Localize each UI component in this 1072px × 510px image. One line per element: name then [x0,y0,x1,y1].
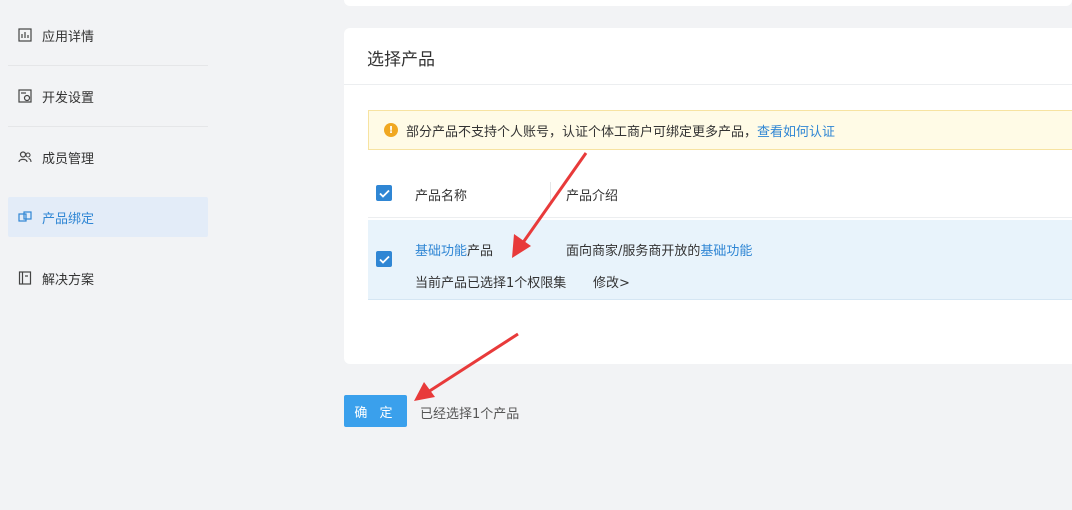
permission-status: 当前产品已选择1个权限集 [415,276,567,291]
notice-text: 部分产品不支持个人账号，认证个体工商户可绑定更多产品， [406,124,758,140]
column-header-name: 产品名称 [415,189,468,204]
sidebar: 应用详情 开发设置 成员管理 产品绑定 解决方案 [0,0,216,510]
sidebar-item-label: 产品绑定 [42,211,95,227]
card-title: 选择产品 [367,50,435,70]
product-intro-text: 面向商家/服务商开放的 [566,244,701,259]
sidebar-item-label: 解决方案 [42,272,95,288]
chart-icon [18,28,32,42]
settings-doc-icon [18,89,32,103]
product-intro: 面向商家/服务商开放的基础功能 [566,240,752,259]
notice-banner: ! 部分产品不支持个人账号，认证个体工商户可绑定更多产品， 查看如何认证 [368,110,1072,150]
sidebar-item-dev-settings[interactable]: 开发设置 [8,76,208,116]
sidebar-item-label: 应用详情 [42,29,95,45]
how-to-verify-link[interactable]: 查看如何认证 [757,121,835,140]
link-icon [18,210,32,224]
product-name: 基础功能产品 [415,240,493,259]
basic-features-link[interactable]: 基础功能 [700,244,752,259]
sidebar-item-solutions[interactable]: 解决方案 [8,258,208,298]
row-checkbox[interactable] [376,251,392,267]
check-icon [378,189,390,198]
check-icon [378,255,390,264]
divider [344,84,1072,85]
warning-icon: ! [384,123,398,137]
modify-link[interactable]: 修改> [593,272,630,291]
table-row[interactable]: 基础功能产品 面向商家/服务商开放的基础功能 当前产品已选择1个权限集 修改> [368,220,1072,300]
selected-count-text: 已经选择1个产品 [420,407,520,422]
product-name-link[interactable]: 基础功能 [415,244,467,259]
sidebar-item-product-binding[interactable]: 产品绑定 [8,197,208,237]
divider [8,126,208,127]
sidebar-item-app-details[interactable]: 应用详情 [8,15,208,55]
book-icon [18,271,32,285]
select-product-card: 选择产品 ! 部分产品不支持个人账号，认证个体工商户可绑定更多产品， 查看如何认… [344,28,1072,364]
sidebar-item-label: 开发设置 [42,90,95,106]
sidebar-item-label: 成员管理 [42,151,95,167]
column-header-intro: 产品介绍 [566,189,619,204]
column-separator [550,182,551,202]
users-icon [18,150,32,164]
sidebar-item-members[interactable]: 成员管理 [8,137,208,177]
divider [8,65,208,66]
table-header: 产品名称 产品介绍 [368,168,1072,218]
confirm-button[interactable]: 确 定 [344,395,407,427]
previous-card-bottom [344,0,1072,6]
select-all-checkbox[interactable] [376,185,392,201]
product-name-suffix: 产品 [467,244,494,259]
